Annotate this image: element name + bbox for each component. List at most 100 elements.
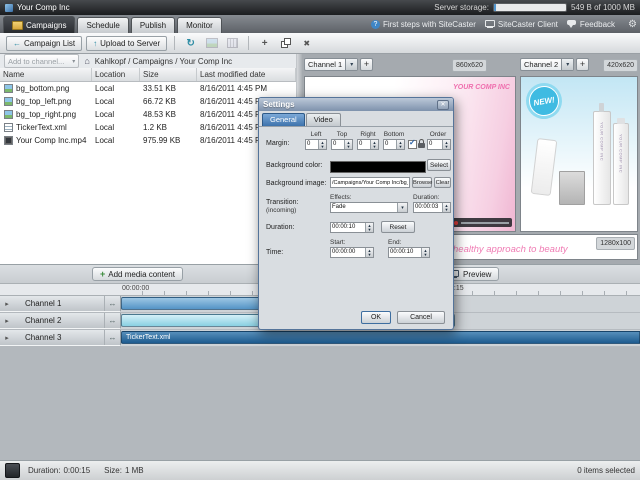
delete-button[interactable]: ✖ [298,36,315,51]
add-to-channel-label: Add to channel... [8,57,64,66]
margin-left-spinner[interactable]: 0 [305,139,327,150]
lock-margins-checkbox[interactable]: ✓ [408,140,417,149]
table-row[interactable]: bg_top_right.png Local 48.53 KB 8/16/201… [0,108,296,121]
transition-duration-label: Duration: [413,194,439,201]
channel1-size-badge: 860x620 [452,59,487,72]
start-time-spinner[interactable]: 00:00:00 [330,247,374,258]
image-tool-button[interactable] [203,36,220,51]
column-header-name[interactable]: Name [0,68,92,81]
add-media-button[interactable]: + Add media content [92,267,183,281]
gear-icon[interactable]: ⚙ [628,19,637,30]
image-file-icon [4,84,13,93]
channel1-add-button[interactable]: + [360,58,373,71]
background-color-swatch[interactable] [330,161,426,173]
channel3-track[interactable]: TickerText.xml [121,330,640,347]
tab-monitor[interactable]: Monitor [177,17,222,33]
margin-top-spinner[interactable]: 0 [331,139,353,150]
spinner-arrows-icon[interactable] [365,248,373,257]
channel1-select[interactable]: Channel 1 ▾ [304,58,358,71]
drag-handle-icon[interactable]: ↔ [104,313,120,328]
spinner-arrows-icon[interactable] [344,140,352,149]
first-steps-link[interactable]: ? First steps with SiteCaster [371,20,476,29]
order-label: Order [426,131,450,138]
campaign-list-label: Campaign List [24,39,75,48]
banner-size-badge: 1280x100 [596,237,635,250]
channel2-add-button[interactable]: + [576,58,589,71]
video-controls-bar[interactable] [451,218,512,227]
margin-bottom-spinner[interactable]: 0 [383,139,405,150]
main-toolbar: ← Campaign List ↑ Upload to Server ↻ + ✖ [0,33,640,54]
column-header-modified[interactable]: Last modified date [197,68,296,81]
add-to-channel-dropdown[interactable]: Add to channel... ▾ [4,54,79,68]
monitor-icon [485,20,495,28]
dialog-titlebar[interactable]: Settings ✕ [259,98,453,111]
browse-button[interactable]: Browse [412,177,432,188]
banner-tagline: healthy approach to beauty [453,244,568,255]
layout-tool-button[interactable] [224,36,241,51]
tab-schedule[interactable]: Schedule [77,17,128,33]
channel1-header[interactable]: ▸ Channel 1 ↔ [0,296,121,312]
reset-button[interactable]: Reset [381,221,415,233]
spinner-arrows-icon[interactable] [318,140,326,149]
drag-handle-icon[interactable]: ↔ [104,330,120,345]
order-spinner[interactable]: 0 [427,139,451,150]
column-header-location[interactable]: Location [92,68,140,81]
table-row[interactable]: bg_top_left.png Local 66.72 KB 8/16/2011… [0,95,296,108]
refresh-button[interactable]: ↻ [182,36,199,51]
file-size: 33.51 KB [140,82,197,95]
transition-label: Transition: [266,199,298,206]
timeline-clip[interactable]: TickerText.xml [121,331,640,344]
duration-spinner[interactable]: 00:00:10 [330,222,374,233]
campaign-list-button[interactable]: ← Campaign List [6,36,82,51]
feedback-link[interactable]: Feedback [567,20,615,29]
drag-handle-icon[interactable]: ↔ [104,296,120,311]
sitecaster-client-link[interactable]: SiteCaster Client [485,20,558,29]
tab-video[interactable]: Video [306,113,341,126]
app-icon [5,4,13,12]
expand-icon[interactable]: ▸ [0,334,14,342]
spinner-arrows-icon[interactable] [396,140,404,149]
effects-dropdown[interactable]: Fade ▾ [330,202,408,213]
effects-label: Effects: [330,194,352,201]
delete-icon: ✖ [303,39,310,48]
add-media-label: Add media content [108,270,175,279]
end-time-spinner[interactable]: 00:00:10 [388,247,430,258]
close-icon[interactable]: ✕ [437,100,449,110]
background-color-label: Background color: [266,162,322,169]
file-size: 1.2 KB [140,121,197,134]
spinner-arrows-icon[interactable] [421,248,429,257]
spinner-arrows-icon[interactable] [365,223,373,232]
spinner-arrows-icon[interactable] [442,203,450,212]
tab-general[interactable]: General [262,113,305,126]
clear-button[interactable]: Clear [434,177,451,188]
cancel-button[interactable]: Cancel [397,311,445,324]
expand-icon[interactable]: ▸ [0,300,14,308]
server-storage-bar [493,3,567,12]
expand-icon[interactable]: ▸ [0,317,14,325]
tab-publish[interactable]: Publish [131,17,175,33]
table-row[interactable]: Your Comp Inc.mp4 Local 975.99 KB 8/16/2… [0,134,296,147]
spinner-arrows-icon[interactable] [442,140,450,149]
spinner-arrows-icon[interactable] [370,140,378,149]
duplicate-button[interactable] [277,36,294,51]
upload-to-server-button[interactable]: ↑ Upload to Server [86,36,167,51]
ok-button[interactable]: OK [361,311,391,324]
background-image-field[interactable] [330,177,410,188]
channel2-select[interactable]: Channel 2 ▾ [520,58,574,71]
table-row[interactable]: TickerText.xml Local 1.2 KB 8/16/2011 4:… [0,121,296,134]
transition-duration-spinner[interactable]: 00:00:03 [413,202,451,213]
channel3-header[interactable]: ▸ Channel 3 ↔ [0,330,121,346]
feedback-label: Feedback [580,20,615,29]
column-header-size[interactable]: Size [140,68,197,81]
tab-campaigns[interactable]: Campaigns [3,16,75,33]
add-button[interactable]: + [256,36,273,51]
breadcrumb[interactable]: Kahlkopf / Campaigns / Your Comp Inc [95,57,232,66]
file-size: 48.53 KB [140,108,197,121]
background-image-label: Background image: [266,180,326,187]
table-row[interactable]: bg_bottom.png Local 33.51 KB 8/16/2011 4… [0,82,296,95]
channel2-header[interactable]: ▸ Channel 2 ↔ [0,313,121,329]
video-progress-track[interactable] [461,222,509,224]
margin-right-spinner[interactable]: 0 [357,139,379,150]
video-file-icon [4,136,13,145]
color-select-button[interactable]: Select [427,159,451,171]
